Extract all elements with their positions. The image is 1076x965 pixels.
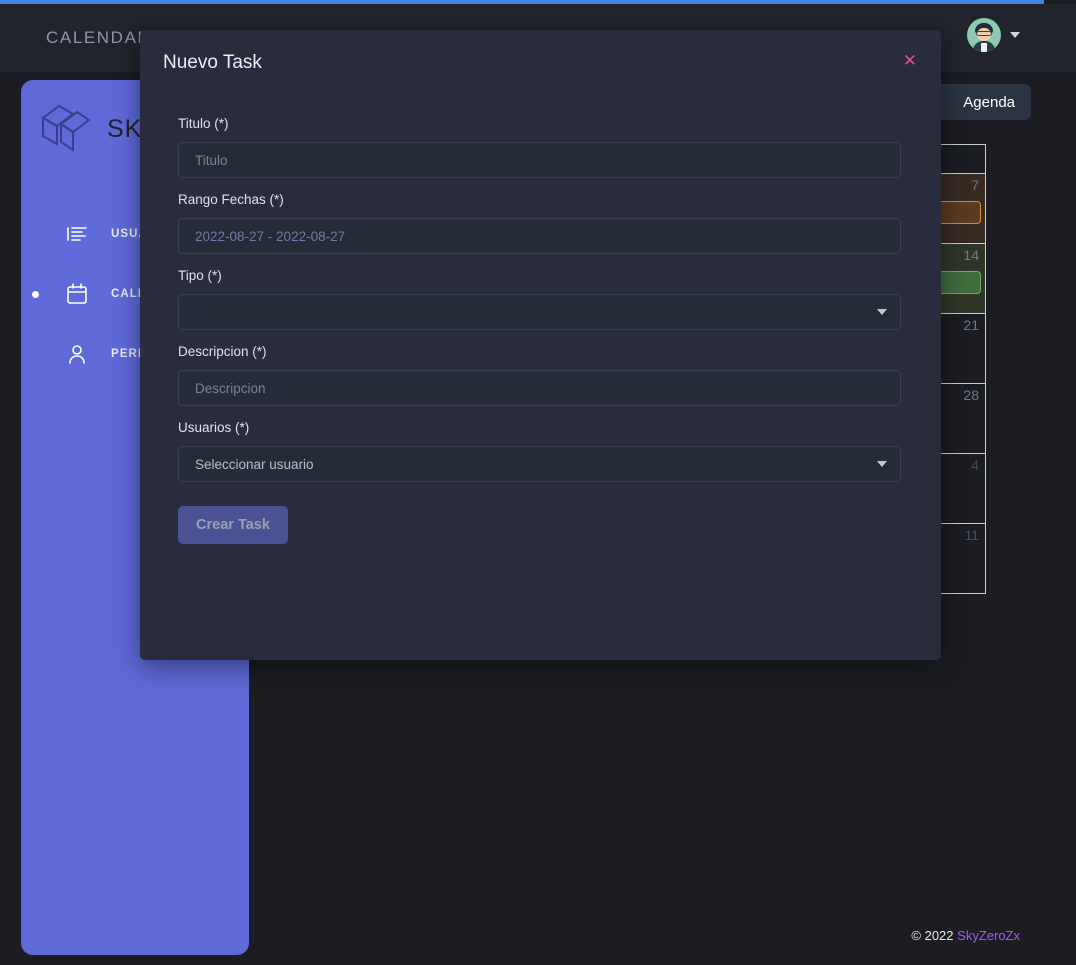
field-label-tipo: Tipo (*) bbox=[178, 268, 222, 283]
field-rango-fechas: Rango Fechas (*) bbox=[178, 192, 903, 254]
footer-copyright: © 2022 bbox=[911, 928, 954, 943]
list-lines-icon bbox=[67, 227, 87, 241]
descripcion-input[interactable] bbox=[178, 370, 901, 406]
nuevo-task-modal: Nuevo Task ✕ Titulo (*) Rango Fechas (*)… bbox=[140, 30, 941, 660]
field-label-titulo: Titulo (*) bbox=[178, 116, 229, 131]
footer: © 2022 SkyZeroZx bbox=[911, 928, 1020, 943]
field-label-rango-fechas: Rango Fechas (*) bbox=[178, 192, 284, 207]
modal-title: Nuevo Task bbox=[163, 52, 262, 73]
field-usuarios: Usuarios (*) Seleccionar usuario bbox=[178, 420, 903, 482]
field-label-usuarios: Usuarios (*) bbox=[178, 420, 250, 435]
page-loading-bar bbox=[0, 0, 1044, 4]
crear-task-button[interactable]: Crear Task bbox=[178, 506, 288, 544]
field-label-descripcion: Descripcion (*) bbox=[178, 344, 267, 359]
titulo-input[interactable] bbox=[178, 142, 901, 178]
tipo-select[interactable] bbox=[178, 294, 901, 330]
field-tipo: Tipo (*) bbox=[178, 268, 903, 330]
avatar[interactable] bbox=[967, 18, 1001, 52]
chevron-down-icon[interactable] bbox=[1010, 32, 1020, 38]
field-titulo: Titulo (*) bbox=[178, 116, 903, 178]
field-descripcion: Descripcion (*) bbox=[178, 344, 903, 406]
usuarios-select[interactable]: Seleccionar usuario bbox=[178, 446, 901, 482]
footer-brand-link[interactable]: SkyZeroZx bbox=[957, 928, 1020, 943]
tipo-select-wrap bbox=[178, 294, 901, 330]
modal-form: Titulo (*) Rango Fechas (*) Tipo (*) Des… bbox=[140, 116, 941, 544]
header-user-menu[interactable] bbox=[967, 18, 1020, 52]
person-icon bbox=[69, 345, 85, 364]
app-root: CALENDARIO SKY Z bbox=[0, 0, 1076, 965]
rango-fechas-input[interactable] bbox=[178, 218, 901, 254]
usuarios-select-wrap: Seleccionar usuario bbox=[178, 446, 901, 482]
close-icon[interactable]: ✕ bbox=[903, 52, 917, 69]
tab-agenda[interactable]: Agenda bbox=[947, 84, 1031, 120]
calendar-icon bbox=[67, 283, 87, 304]
active-indicator-dot bbox=[32, 290, 39, 298]
sky-layers-logo bbox=[41, 104, 91, 152]
